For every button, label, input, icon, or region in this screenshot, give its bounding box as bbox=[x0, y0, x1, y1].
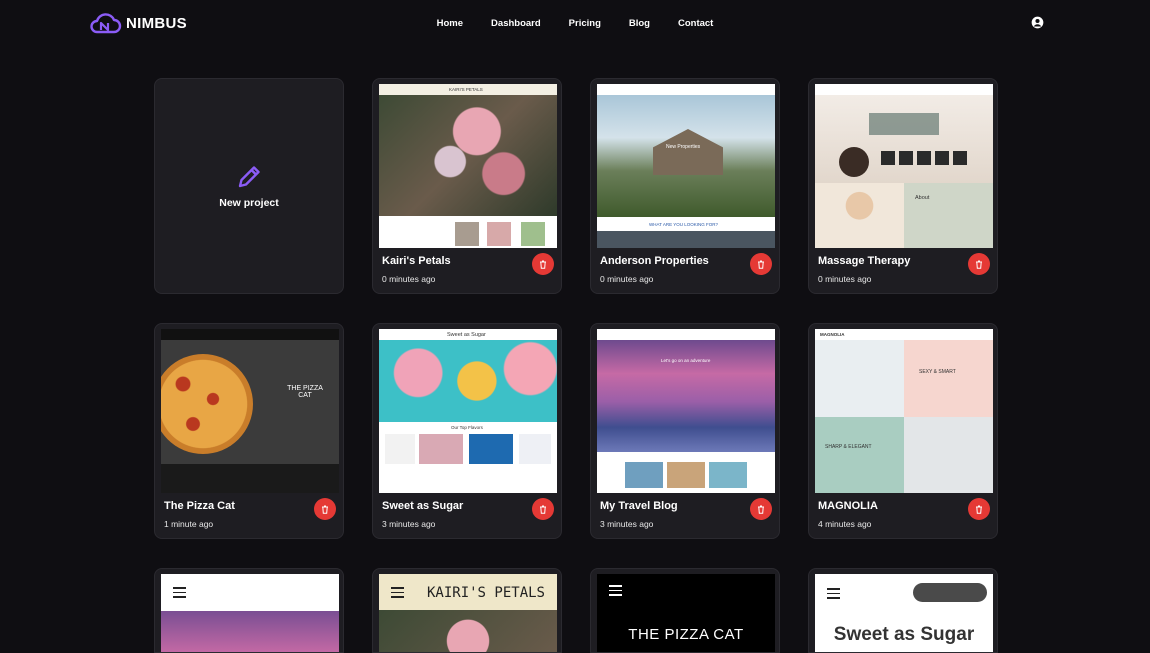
project-thumbnail[interactable]: New Properties WHAT ARE YOU LOOKING FOR? bbox=[597, 84, 775, 248]
thumb-lower: About bbox=[815, 183, 993, 248]
thumb-hero bbox=[597, 95, 775, 217]
project-thumbnail[interactable]: Let's go on an adventure bbox=[597, 329, 775, 493]
nav-home[interactable]: Home bbox=[437, 18, 463, 29]
project-title: Sweet as Sugar bbox=[382, 500, 464, 512]
project-time: 1 minute ago bbox=[164, 519, 214, 529]
brand-logo[interactable]: NIMBUS bbox=[88, 11, 187, 35]
thumb-site-title: Sweet as Sugar bbox=[833, 624, 975, 645]
project-thumbnail[interactable]: KAIRI'S PETALS bbox=[379, 574, 557, 652]
delete-button[interactable] bbox=[968, 498, 990, 520]
cloud-logo-icon bbox=[90, 13, 122, 34]
delete-button[interactable] bbox=[750, 253, 772, 275]
project-thumbnail[interactable]: Sweet as Sugar Our Top Flavors bbox=[379, 329, 557, 493]
new-project-label: New project bbox=[219, 197, 279, 209]
project-card[interactable]: THE PIZZA CAT bbox=[590, 568, 780, 653]
trash-icon bbox=[758, 260, 764, 269]
nav-blog[interactable]: Blog bbox=[629, 18, 650, 29]
top-bar: NIMBUS Home Dashboard Pricing Blog Conta… bbox=[0, 0, 1150, 46]
delete-button[interactable] bbox=[968, 253, 990, 275]
thumb-hero bbox=[597, 340, 775, 452]
thumb-site-title: THE PIZZA CAT bbox=[287, 385, 323, 399]
nav-dashboard[interactable]: Dashboard bbox=[491, 18, 541, 29]
menu-icon bbox=[609, 585, 622, 596]
project-time: 3 minutes ago bbox=[600, 519, 654, 529]
delete-button[interactable] bbox=[532, 253, 554, 275]
trash-icon bbox=[540, 260, 546, 269]
project-card[interactable]: Let's go on an adventure My Travel Blog … bbox=[590, 323, 780, 539]
thumb-site-title: KAIRI'S PETALS bbox=[426, 585, 545, 601]
project-time: 0 minutes ago bbox=[818, 274, 872, 284]
project-title: Anderson Properties bbox=[600, 255, 709, 267]
thumb-header bbox=[815, 84, 993, 95]
project-thumbnail[interactable] bbox=[161, 574, 339, 652]
project-card[interactable]: MAGNOLIA SEXY & SMART SHARP & ELEGANT MA… bbox=[808, 323, 998, 539]
thumb-site-title: THE PIZZA CAT bbox=[628, 626, 744, 643]
trash-icon bbox=[540, 505, 546, 514]
thumb-site-title: Sweet as Sugar bbox=[447, 332, 486, 338]
delete-button[interactable] bbox=[314, 498, 336, 520]
project-time: 4 minutes ago bbox=[818, 519, 872, 529]
project-time: 3 minutes ago bbox=[382, 519, 436, 529]
thumb-hero-text: Let's go on an adventure bbox=[661, 358, 711, 363]
project-card[interactable]: Sweet as Sugar Our Top Flavors Sweet as … bbox=[372, 323, 562, 539]
project-time: 0 minutes ago bbox=[600, 274, 654, 284]
trash-icon bbox=[758, 505, 764, 514]
thumb-hero bbox=[815, 95, 993, 183]
thumb-sub-text-1: SEXY & SMART bbox=[919, 369, 956, 375]
thumb-hero bbox=[161, 340, 339, 464]
user-circle-icon[interactable] bbox=[1031, 16, 1044, 29]
thumb-sub-text-2: SHARP & ELEGANT bbox=[825, 444, 872, 450]
project-card[interactable]: KAIRI'S PETALS bbox=[372, 568, 562, 653]
thumb-lower bbox=[379, 216, 557, 248]
project-card[interactable]: New Properties WHAT ARE YOU LOOKING FOR?… bbox=[590, 78, 780, 294]
project-thumbnail[interactable]: THE PIZZA CAT bbox=[597, 574, 775, 652]
nav-pricing[interactable]: Pricing bbox=[569, 18, 601, 29]
trash-icon bbox=[976, 260, 982, 269]
thumb-sub-text: WHAT ARE YOU LOOKING FOR? bbox=[649, 222, 719, 227]
project-card[interactable]: About Massage Therapy 0 minutes ago bbox=[808, 78, 998, 294]
thumb-site-title: KAIRI'S PETALS bbox=[449, 87, 483, 92]
menu-icon bbox=[173, 587, 186, 598]
thumb-hero bbox=[379, 95, 557, 216]
thumb-lower bbox=[161, 464, 339, 493]
thumb-sub-text: Our Top Flavors bbox=[451, 425, 483, 430]
thumb-button bbox=[913, 583, 987, 602]
thumb-hero bbox=[379, 340, 557, 422]
brand-name: NIMBUS bbox=[126, 14, 187, 32]
project-title: Kairi's Petals bbox=[382, 255, 451, 267]
project-card[interactable] bbox=[154, 568, 344, 653]
trash-icon bbox=[322, 505, 328, 514]
project-thumbnail[interactable]: THE PIZZA CAT bbox=[161, 329, 339, 493]
project-card[interactable]: KAIRI'S PETALS Kairi's Petals 0 minutes … bbox=[372, 78, 562, 294]
thumb-site-title: MAGNOLIA bbox=[820, 332, 845, 337]
nav-contact[interactable]: Contact bbox=[678, 18, 713, 29]
menu-icon bbox=[827, 588, 840, 599]
project-thumbnail[interactable]: MAGNOLIA SEXY & SMART SHARP & ELEGANT bbox=[815, 329, 993, 493]
project-card[interactable]: THE PIZZA CAT The Pizza Cat 1 minute ago bbox=[154, 323, 344, 539]
thumb-header bbox=[161, 329, 339, 340]
delete-button[interactable] bbox=[532, 498, 554, 520]
thumb-lower: WHAT ARE YOU LOOKING FOR? bbox=[597, 217, 775, 248]
thumb-header bbox=[597, 329, 775, 340]
delete-button[interactable] bbox=[750, 498, 772, 520]
thumb-header bbox=[597, 84, 775, 95]
project-title: MAGNOLIA bbox=[818, 500, 878, 512]
thumb-hero-text: New Properties bbox=[666, 144, 701, 150]
trash-icon bbox=[976, 505, 982, 514]
project-thumbnail[interactable]: KAIRI'S PETALS bbox=[379, 84, 557, 248]
project-thumbnail[interactable]: About bbox=[815, 84, 993, 248]
new-project-card[interactable]: New project bbox=[154, 78, 344, 294]
thumb-about-text: About bbox=[915, 195, 930, 201]
project-title: The Pizza Cat bbox=[164, 500, 235, 512]
project-time: 0 minutes ago bbox=[382, 274, 436, 284]
project-title: My Travel Blog bbox=[600, 500, 678, 512]
pencil-icon bbox=[238, 166, 260, 188]
project-card[interactable]: Sweet as Sugar bbox=[808, 568, 998, 653]
project-thumbnail[interactable]: Sweet as Sugar bbox=[815, 574, 993, 652]
thumb-lower bbox=[597, 452, 775, 493]
project-title: Massage Therapy bbox=[818, 255, 911, 267]
